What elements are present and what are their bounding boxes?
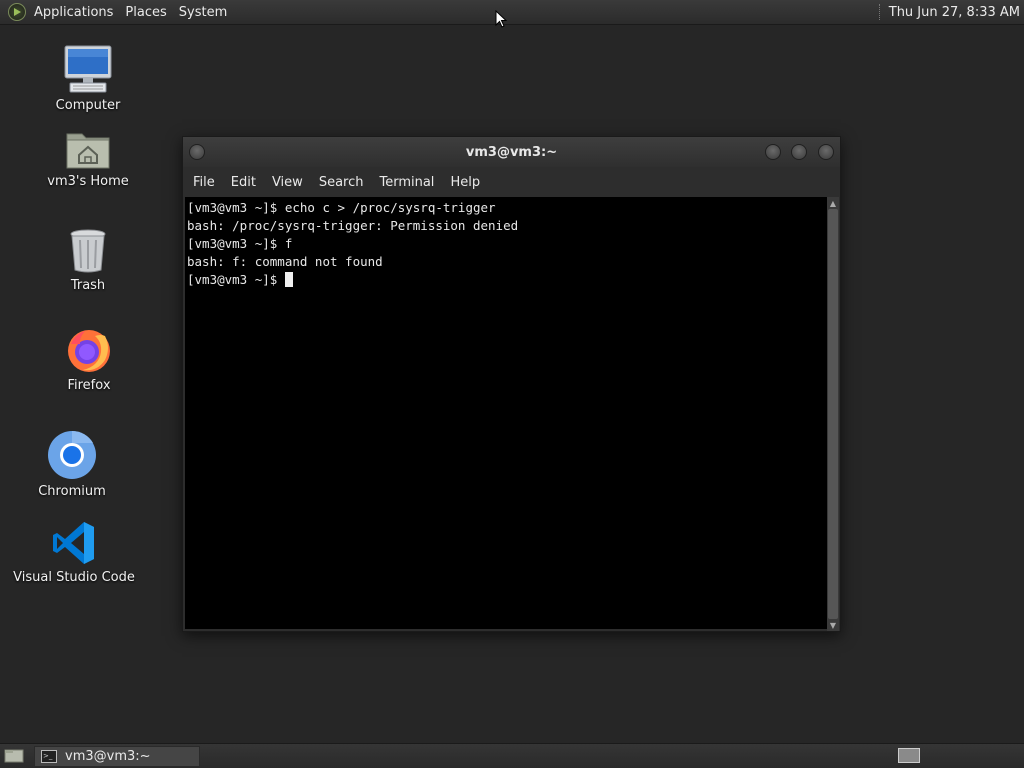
terminal-scrollbar[interactable]: ▲ ▼ [827,197,839,631]
close-icon[interactable] [818,144,834,160]
terminal-prompt: [vm3@vm3 ~]$ [187,272,285,287]
desktop-icon-computer[interactable]: Computer [28,44,148,113]
desktop-icon-label: Firefox [67,378,111,393]
scrollbar-thumb[interactable] [828,209,838,619]
menu-edit[interactable]: Edit [225,175,266,190]
bottom-panel: >_ vm3@vm3:~ [0,743,1024,768]
taskbar-item-label: vm3@vm3:~ [65,748,151,764]
panel-separator [878,4,881,20]
system-menu[interactable]: System [173,0,233,25]
chromium-icon [48,430,96,479]
trash-icon [70,229,106,273]
menu-help[interactable]: Help [444,175,490,190]
vscode-icon [53,522,94,564]
applications-menu-icon[interactable] [8,3,26,21]
minimize-icon[interactable] [765,144,781,160]
clock[interactable]: Thu Jun 27, 8:33 AM [889,5,1024,20]
menu-terminal[interactable]: Terminal [373,175,444,190]
places-menu[interactable]: Places [119,0,172,25]
desktop-icon-vscode[interactable]: Visual Studio Code [13,520,135,585]
menu-search[interactable]: Search [313,175,374,190]
terminal-menubar: File Edit View Search Terminal Help [183,167,840,197]
computer-icon [64,45,112,93]
terminal-window[interactable]: vm3@vm3:~ File Edit View Search Terminal… [182,136,841,632]
text-cursor [284,272,293,287]
desktop-icon-label: vm3's Home [47,174,129,189]
desktop-icon-trash[interactable]: Trash [28,228,148,293]
workspace-switcher[interactable] [898,748,920,763]
terminal-line: [vm3@vm3 ~]$ echo c > /proc/sysrq-trigge… [187,200,496,215]
applications-menu[interactable]: Applications [28,0,119,25]
desktop-icon-label: Computer [55,98,121,113]
menu-view[interactable]: View [266,175,313,190]
desktop-icon-label: Chromium [38,484,106,499]
window-title: vm3@vm3:~ [465,144,558,160]
maximize-icon[interactable] [791,144,807,160]
show-desktop-icon[interactable] [4,748,24,764]
home-folder-icon [66,133,110,169]
desktop-icon-firefox[interactable]: Firefox [29,326,149,393]
terminal-icon: >_ [41,749,57,763]
terminal-line: bash: /proc/sysrq-trigger: Permission de… [187,218,519,233]
desktop-icon-label: Trash [70,278,106,293]
terminal-output[interactable]: [vm3@vm3 ~]$ echo c > /proc/sysrq-trigge… [185,197,827,629]
desktop-icon-label: Visual Studio Code [13,570,135,585]
terminal-prompt-line: [vm3@vm3 ~]$ [187,271,825,289]
scroll-down-icon[interactable]: ▼ [827,619,839,631]
menu-file[interactable]: File [187,175,225,190]
top-panel: Applications Places System Thu Jun 27, 8… [0,0,1024,25]
firefox-icon [68,330,110,372]
desktop-icon-chromium[interactable]: Chromium [12,430,132,499]
taskbar-item-terminal[interactable]: >_ vm3@vm3:~ [34,745,200,767]
terminal-line: [vm3@vm3 ~]$ f [187,236,293,251]
mouse-pointer-icon [495,10,507,28]
terminal-line: bash: f: command not found [187,254,383,269]
scroll-up-icon[interactable]: ▲ [827,197,839,209]
desktop-icon-home[interactable]: vm3's Home [28,128,148,189]
window-titlebar[interactable]: vm3@vm3:~ [183,137,840,167]
